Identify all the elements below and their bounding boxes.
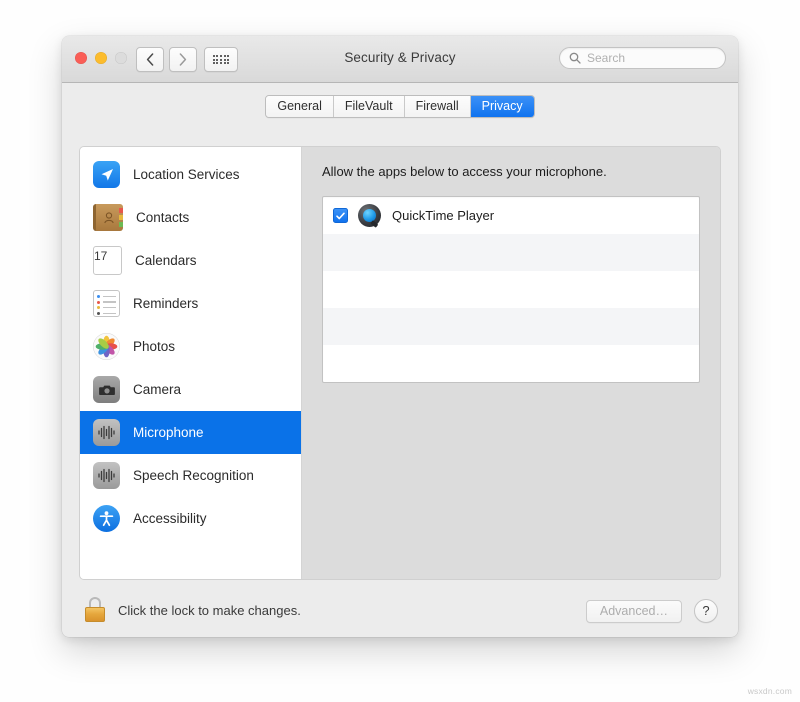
sidebar-item-speech-recognition[interactable]: Speech Recognition: [80, 454, 301, 497]
microphone-permissions-panel: Allow the apps below to access your micr…: [302, 147, 720, 579]
microphone-waveform-icon: [93, 419, 120, 446]
allowed-apps-list[interactable]: QuickTime Player: [322, 196, 700, 383]
window-titlebar: Security & Privacy Search: [62, 36, 738, 83]
reminders-icon: [93, 290, 120, 317]
panel-description: Allow the apps below to access your micr…: [322, 164, 700, 179]
table-row-empty: [323, 308, 699, 345]
calendar-icon: 17: [93, 246, 122, 275]
sidebar-item-label: Calendars: [135, 253, 197, 268]
search-placeholder: Search: [587, 51, 625, 65]
table-row-empty: [323, 271, 699, 308]
page-root: Security & Privacy Search General FileVa…: [0, 0, 800, 702]
sidebar-item-photos[interactable]: Photos: [80, 325, 301, 368]
privacy-category-sidebar: Location Services Contacts: [80, 147, 302, 579]
sidebar-item-label: Location Services: [133, 167, 240, 182]
tab-firewall[interactable]: Firewall: [405, 96, 471, 117]
preference-tab-bar: General FileVault Firewall Privacy: [62, 83, 738, 125]
accessibility-icon: [93, 505, 120, 532]
sidebar-item-accessibility[interactable]: Accessibility: [80, 497, 301, 540]
lock-status-text: Click the lock to make changes.: [118, 603, 301, 618]
contacts-tab-red: [119, 208, 123, 213]
calendar-day-number: 17: [94, 249, 107, 263]
sidebar-item-microphone[interactable]: Microphone: [80, 411, 301, 454]
sidebar-item-label: Contacts: [136, 210, 189, 225]
system-preferences-window: Security & Privacy Search General FileVa…: [62, 36, 738, 637]
advanced-button[interactable]: Advanced…: [586, 600, 682, 623]
sidebar-item-calendars[interactable]: 17 Calendars: [80, 239, 301, 282]
quicktime-icon: [358, 204, 381, 227]
location-services-icon: [93, 161, 120, 188]
segmented-control: General FileVault Firewall Privacy: [265, 95, 534, 118]
app-name-label: QuickTime Player: [392, 208, 494, 223]
sidebar-item-contacts[interactable]: Contacts: [80, 196, 301, 239]
app-permission-checkbox[interactable]: [333, 208, 348, 223]
photos-icon: [93, 333, 120, 360]
sidebar-item-reminders[interactable]: Reminders: [80, 282, 301, 325]
contacts-tab-green: [119, 222, 123, 227]
sidebar-item-label: Camera: [133, 382, 181, 397]
tab-privacy[interactable]: Privacy: [471, 96, 534, 117]
search-field[interactable]: Search: [559, 47, 726, 69]
sidebar-item-label: Accessibility: [133, 511, 207, 526]
lock-closed-icon[interactable]: [84, 596, 106, 622]
tab-filevault[interactable]: FileVault: [334, 96, 405, 117]
camera-icon: [93, 376, 120, 403]
sidebar-item-label: Speech Recognition: [133, 468, 254, 483]
sidebar-item-label: Microphone: [133, 425, 204, 440]
tab-general[interactable]: General: [266, 96, 333, 117]
privacy-content-area: Location Services Contacts: [79, 146, 721, 580]
table-row-empty: [323, 345, 699, 382]
table-row-empty: [323, 234, 699, 271]
contacts-tab-yellow: [119, 215, 123, 220]
sidebar-item-location-services[interactable]: Location Services: [80, 153, 301, 196]
sidebar-item-label: Reminders: [133, 296, 198, 311]
sidebar-item-label: Photos: [133, 339, 175, 354]
window-bottom-bar: Click the lock to make changes. Advanced…: [62, 592, 738, 637]
help-button[interactable]: ?: [694, 599, 718, 623]
table-row[interactable]: QuickTime Player: [323, 197, 699, 234]
contacts-icon: [93, 204, 123, 231]
search-icon: [569, 52, 581, 64]
checkmark-icon: [336, 212, 345, 220]
watermark: wsxdn.com: [748, 686, 792, 696]
speech-waveform-icon: [93, 462, 120, 489]
sidebar-item-camera[interactable]: Camera: [80, 368, 301, 411]
